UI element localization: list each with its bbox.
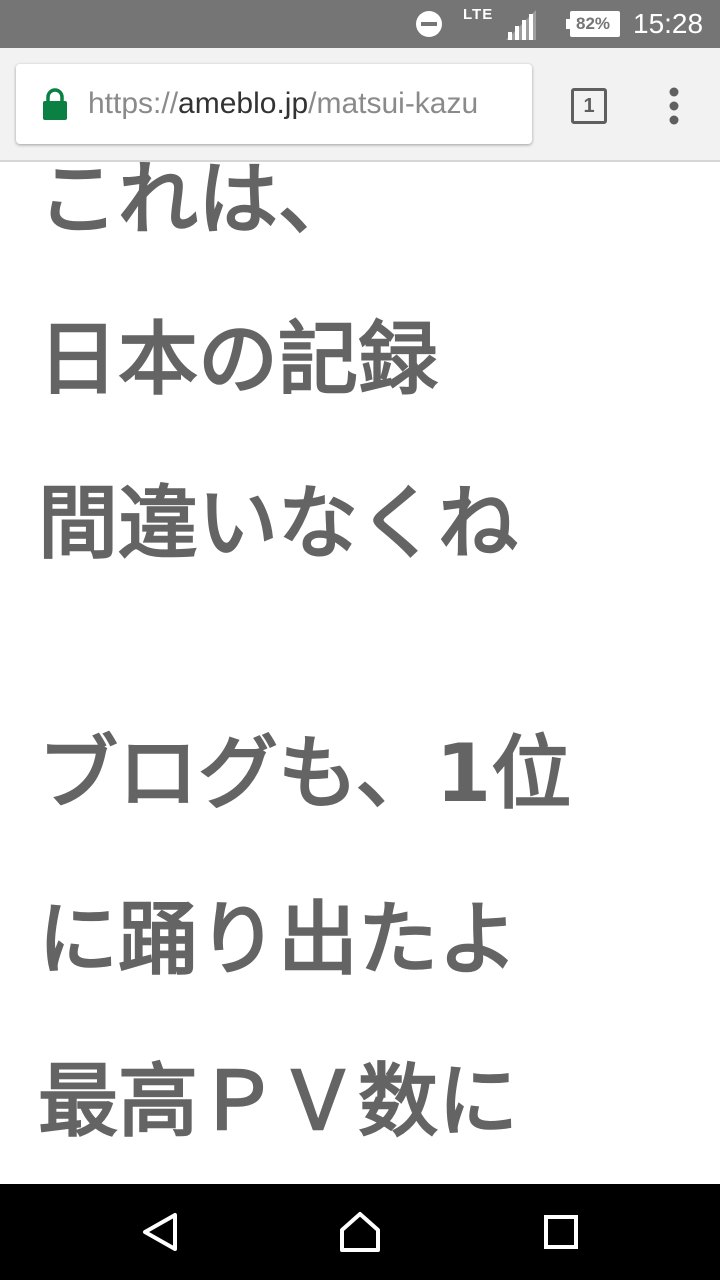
content-line: 最高ＰＶ数に [38, 1055, 518, 1148]
tab-switcher-button[interactable]: 1 [571, 88, 607, 124]
clock: 15:28 [633, 8, 704, 39]
back-icon[interactable] [130, 1202, 190, 1262]
home-icon[interactable] [330, 1202, 390, 1262]
url-domain: ameblo.jp [178, 87, 309, 120]
url-path: /matsui-kazu [308, 87, 479, 120]
content-line: これは、 [38, 162, 358, 246]
url-text: https://ameblo.jp/matsui-kazu [88, 84, 478, 124]
network-type: LTE [463, 6, 494, 23]
content-line: 日本の記録 [38, 313, 438, 406]
more-vert-icon[interactable] [660, 84, 688, 128]
browser-toolbar: https://ameblo.jp/matsui-kazu 1 [0, 48, 720, 162]
page-content: これは、 日本の記録 間違いなくね ブログも、1位 に踊り出たよ 最高ＰＶ数に [0, 162, 720, 1184]
signal-icon [506, 10, 536, 40]
do-not-disturb-icon [416, 11, 442, 37]
content-line: ブログも、1位 [38, 727, 572, 820]
content-line: 間違いなくね [38, 477, 518, 570]
content-line: に踊り出たよ [38, 893, 518, 986]
status-bar: LTE 82% 15:28 [0, 0, 720, 48]
address-bar[interactable]: https://ameblo.jp/matsui-kazu [16, 64, 532, 144]
navigation-bar [0, 1184, 720, 1280]
url-scheme: https:// [88, 87, 179, 120]
recents-icon[interactable] [531, 1202, 591, 1262]
lock-icon [43, 88, 67, 120]
battery-level: 82% [575, 14, 611, 33]
